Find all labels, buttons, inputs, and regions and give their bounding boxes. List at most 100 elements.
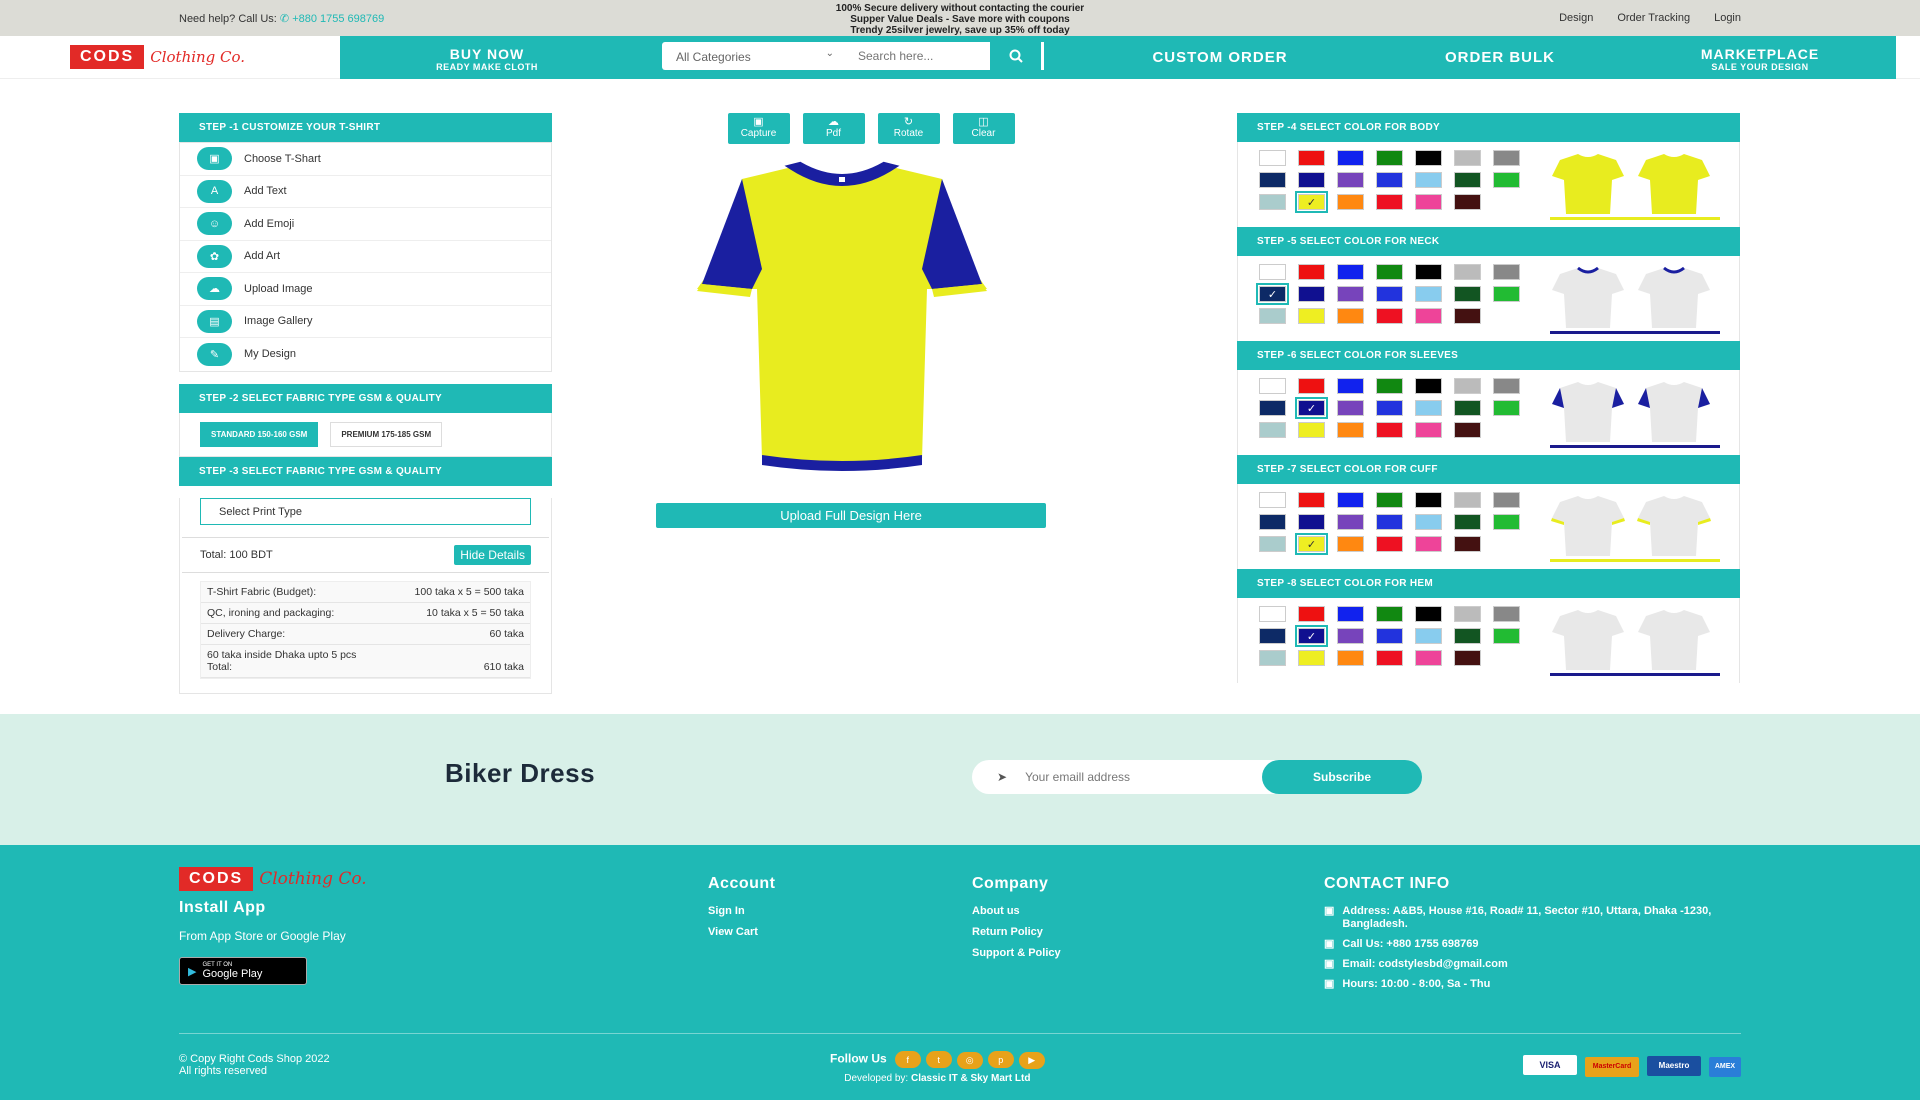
subscribe-button[interactable]: Subscribe (1262, 760, 1422, 794)
color-swatch[interactable] (1337, 514, 1364, 530)
color-swatch[interactable] (1337, 628, 1364, 644)
color-swatch[interactable] (1376, 172, 1403, 188)
color-swatch[interactable] (1415, 606, 1442, 622)
color-swatch[interactable] (1298, 650, 1325, 666)
twitter-icon[interactable]: t (925, 1051, 952, 1068)
color-swatch[interactable] (1493, 286, 1520, 302)
color-swatch[interactable] (1454, 650, 1481, 666)
color-swatch[interactable] (1454, 194, 1481, 210)
marketplace-link[interactable]: MARKETPLACE SALE YOUR DESIGN (1680, 46, 1840, 72)
order-tracking-link[interactable]: Order Tracking (1617, 12, 1690, 24)
clear-button[interactable]: ◫ Clear (952, 113, 1015, 144)
color-swatch[interactable] (1415, 536, 1442, 552)
image-gallery-option[interactable]: ▤ Image Gallery (180, 306, 551, 338)
capture-button[interactable]: ▣ Capture (727, 113, 790, 144)
color-swatch[interactable] (1376, 286, 1403, 302)
color-swatch[interactable] (1376, 536, 1403, 552)
color-swatch[interactable] (1337, 400, 1364, 416)
color-swatch[interactable]: ✓ (1295, 191, 1328, 213)
color-swatch[interactable]: ✓ (1256, 283, 1289, 305)
buy-now-link[interactable]: BUY NOW READY MAKE CLOTH (412, 46, 562, 72)
color-swatch[interactable] (1415, 422, 1442, 438)
color-swatch[interactable] (1376, 422, 1403, 438)
color-swatch[interactable] (1493, 628, 1520, 644)
color-swatch[interactable] (1298, 514, 1325, 530)
color-swatch[interactable] (1298, 286, 1325, 302)
color-swatch[interactable] (1376, 492, 1403, 508)
color-swatch[interactable] (1259, 628, 1286, 644)
hide-details-button[interactable]: Hide Details (454, 544, 531, 565)
color-swatch[interactable] (1298, 150, 1325, 166)
color-swatch[interactable] (1298, 606, 1325, 622)
color-swatch[interactable] (1454, 308, 1481, 324)
color-swatch[interactable] (1337, 286, 1364, 302)
color-swatch[interactable] (1454, 286, 1481, 302)
add-text-option[interactable]: A Add Text (180, 176, 551, 208)
support-policy-link[interactable]: Support & Policy (972, 947, 1061, 959)
youtube-icon[interactable]: ▶ (1018, 1051, 1045, 1069)
color-swatch[interactable] (1415, 650, 1442, 666)
upload-image-option[interactable]: ☁ Upload Image (180, 273, 551, 306)
color-swatch[interactable] (1415, 628, 1442, 644)
design-link[interactable]: Design (1559, 12, 1593, 24)
category-select[interactable]: All Categories ⌄ (662, 42, 848, 70)
color-swatch[interactable] (1493, 514, 1520, 530)
footer-logo[interactable]: CODS Clothing Co. (179, 867, 367, 891)
color-swatch[interactable] (1337, 492, 1364, 508)
color-swatch[interactable] (1376, 194, 1403, 210)
custom-order-link[interactable]: CUSTOM ORDER (1140, 49, 1300, 66)
color-swatch[interactable] (1493, 606, 1520, 622)
color-swatch[interactable] (1415, 514, 1442, 530)
about-us-link[interactable]: About us (972, 905, 1061, 917)
color-swatch[interactable] (1415, 194, 1442, 210)
color-swatch[interactable] (1454, 492, 1481, 508)
premium-gsm-button[interactable]: PREMIUM 175-185 GSM (330, 421, 443, 447)
color-swatch[interactable] (1259, 536, 1286, 552)
instagram-icon[interactable]: ◎ (956, 1051, 983, 1069)
color-swatch[interactable] (1259, 378, 1286, 394)
color-swatch[interactable] (1259, 194, 1286, 210)
pdf-button[interactable]: ☁ Pdf (802, 113, 865, 144)
color-swatch[interactable] (1454, 606, 1481, 622)
my-design-option[interactable]: ✎ My Design (180, 338, 551, 371)
color-swatch[interactable] (1376, 514, 1403, 530)
color-swatch[interactable] (1454, 150, 1481, 166)
color-swatch[interactable] (1298, 172, 1325, 188)
color-swatch[interactable] (1454, 264, 1481, 280)
color-swatch[interactable] (1259, 150, 1286, 166)
color-swatch[interactable] (1337, 150, 1364, 166)
search-input[interactable] (848, 42, 990, 70)
tshirt-preview[interactable] (622, 159, 1062, 479)
color-swatch[interactable] (1337, 422, 1364, 438)
color-swatch[interactable] (1415, 400, 1442, 416)
color-swatch[interactable] (1337, 536, 1364, 552)
color-swatch[interactable] (1259, 172, 1286, 188)
color-swatch[interactable] (1415, 308, 1442, 324)
search-button[interactable] (990, 42, 1044, 70)
view-cart-link[interactable]: View Cart (708, 926, 776, 938)
color-swatch[interactable] (1493, 378, 1520, 394)
color-swatch[interactable] (1376, 378, 1403, 394)
color-swatch[interactable] (1259, 492, 1286, 508)
color-swatch[interactable] (1298, 308, 1325, 324)
color-swatch[interactable] (1259, 400, 1286, 416)
color-swatch[interactable] (1376, 264, 1403, 280)
color-swatch[interactable] (1415, 378, 1442, 394)
google-play-badge[interactable]: ▶ GET IT ON Google Play (179, 957, 307, 985)
color-swatch[interactable] (1493, 264, 1520, 280)
color-swatch[interactable] (1298, 492, 1325, 508)
color-swatch[interactable]: ✓ (1295, 625, 1328, 647)
color-swatch[interactable] (1493, 492, 1520, 508)
color-swatch[interactable] (1376, 400, 1403, 416)
color-swatch[interactable] (1376, 650, 1403, 666)
color-swatch[interactable] (1415, 286, 1442, 302)
color-swatch[interactable] (1454, 422, 1481, 438)
facebook-icon[interactable]: f (894, 1051, 921, 1068)
color-swatch[interactable] (1259, 606, 1286, 622)
color-swatch[interactable] (1454, 514, 1481, 530)
choose-tshirt-option[interactable]: ▣ Choose T-Shart (180, 143, 551, 176)
order-bulk-link[interactable]: ORDER BULK (1420, 49, 1580, 66)
color-swatch[interactable] (1337, 264, 1364, 280)
color-swatch[interactable] (1454, 400, 1481, 416)
add-art-option[interactable]: ✿ Add Art (180, 241, 551, 273)
